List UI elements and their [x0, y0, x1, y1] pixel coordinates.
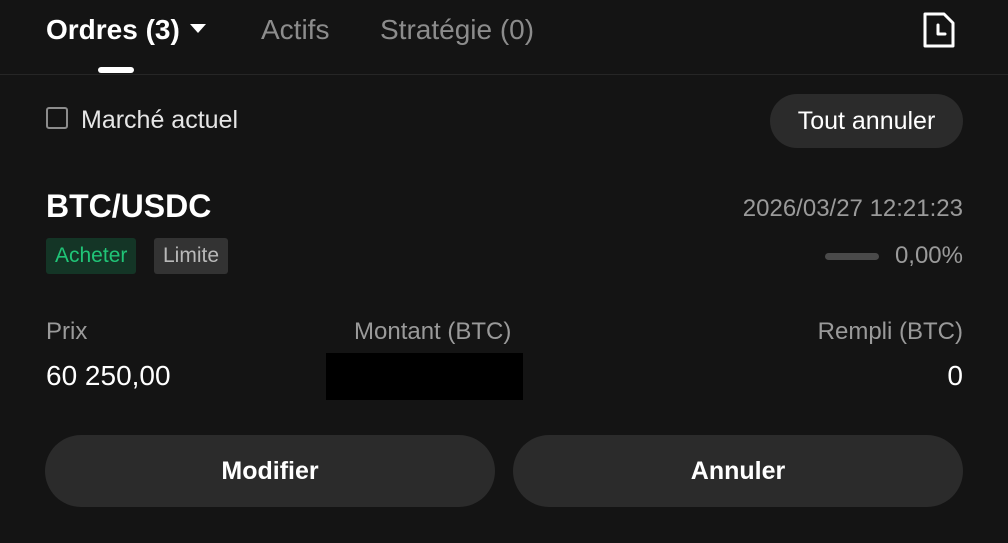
tab-assets[interactable]: Actifs	[261, 12, 329, 48]
order-timestamp: 2026/03/27 12:21:23	[742, 195, 963, 222]
price-value: 60 250,00	[46, 360, 171, 391]
side-badge: Acheter	[46, 238, 137, 274]
filled-label: Rempli (BTC)	[817, 318, 963, 345]
cancel-order-button[interactable]: Annuler	[513, 435, 963, 507]
amount-label: Montant (BTC)	[354, 318, 512, 345]
active-tab-indicator	[98, 67, 134, 73]
modify-button[interactable]: Modifier	[45, 435, 495, 507]
history-icon[interactable]	[921, 11, 957, 49]
caret-down-icon	[189, 24, 206, 34]
tab-orders-label: Ordres (3)	[46, 14, 180, 45]
fill-progress-bar	[825, 253, 879, 260]
tab-bar: Ordres (3) Actifs Stratégie (0)	[0, 0, 1008, 75]
cancel-all-button[interactable]: Tout annuler	[770, 94, 963, 148]
order-type-badge: Limite	[154, 238, 229, 274]
filled-value: 0	[947, 360, 963, 391]
tab-orders[interactable]: Ordres (3)	[46, 12, 206, 48]
redacted-amount-value	[326, 353, 523, 400]
price-label: Prix	[46, 318, 88, 345]
current-market-checkbox[interactable]	[46, 107, 68, 129]
order-pair: BTC/USDC	[46, 188, 212, 224]
fill-percent: 0,00%	[894, 242, 963, 269]
current-market-label[interactable]: Marché actuel	[81, 104, 238, 136]
tab-strategy[interactable]: Stratégie (0)	[380, 12, 534, 48]
